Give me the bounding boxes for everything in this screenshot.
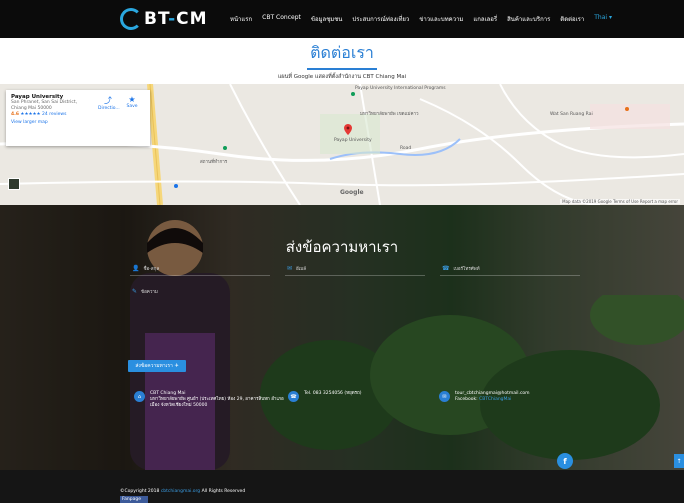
place-address: San Phranet, San Sai District, Chiang Ma… — [11, 100, 78, 111]
map-label-christian: มหาวิทยาลัยพายัพ เขตแม่คาว — [360, 112, 419, 117]
email-block: ✉ tour_cbtchiangmai@hotmail.com Facebook… — [439, 391, 575, 403]
map-label-temple: Wat San Ruang Rai — [550, 112, 593, 117]
email-field[interactable]: ✉ อีเมล์ — [285, 262, 425, 276]
page-title: ติดต่อเรา — [310, 43, 374, 62]
logo-prefix: BT — [144, 9, 169, 29]
nav-home[interactable]: หน้าแรก — [230, 14, 252, 24]
map-label-payap: Payap University — [334, 138, 372, 143]
org-address: มหาวิทยาลัยพายัพ ศูนย์ฯ (ประเทศไทย) ห้อง… — [150, 397, 284, 408]
phone-block: ☎ Tel. 083 3254056 (หยุดรถ) — [288, 391, 404, 402]
nav-cbt-concept[interactable]: CBT Concept — [262, 14, 301, 24]
pencil-icon: ✎ — [132, 288, 138, 295]
back-to-top-button[interactable]: ↑ — [674, 454, 684, 468]
map-label-north: สถานที่ทำการ — [200, 160, 228, 165]
place-info-card: Payap University San Phranet, San Sai Di… — [6, 90, 150, 146]
nav-language[interactable]: Thai ▾ — [594, 14, 612, 24]
site-link[interactable]: cbtchiangmai.org — [161, 489, 200, 494]
facebook-icon[interactable]: f — [557, 453, 573, 469]
nav-community[interactable]: ข้อมูลชุมชน — [311, 14, 343, 24]
nav-experience[interactable]: ประสบการณ์ท่องเที่ยว — [352, 14, 409, 24]
facebook-line: Facebook: CBTChiangMai — [455, 397, 512, 402]
page-header: ติดต่อเรา แผนที่ Google แสดงที่ตั้งสำนัก… — [0, 38, 684, 84]
google-logo: Google — [340, 189, 364, 196]
view-larger-map-link[interactable]: View larger map — [11, 120, 145, 125]
nav-contact[interactable]: ติดต่อเรา — [560, 14, 584, 24]
facebook-link[interactable]: CBTChiangMai — [479, 397, 511, 402]
nav-products[interactable]: สินค้าและบริการ — [507, 14, 550, 24]
name-field[interactable]: 👤 ชื่อ-สกุล — [130, 262, 270, 276]
phone-circle-icon: ☎ — [288, 391, 299, 402]
message-field[interactable]: ✎ ข้อความ — [130, 288, 430, 338]
send-icon: ✈ — [174, 363, 179, 369]
send-message-button[interactable]: ส่งข้อความหาเรา ✈ — [128, 360, 186, 372]
save-button[interactable]: ★ Save — [122, 95, 142, 109]
mail-circle-icon: ✉ — [439, 391, 450, 402]
site-logo[interactable]: BT-CM — [120, 8, 208, 30]
logo-ring-icon — [120, 8, 142, 30]
nav-gallery[interactable]: แกลเลอรี่ — [473, 14, 497, 24]
star-icon: ★ — [128, 95, 136, 104]
title-underline — [307, 68, 377, 70]
logo-suffix: CM — [176, 9, 208, 29]
user-icon: 👤 — [132, 265, 140, 272]
footer — [0, 470, 684, 503]
copyright-text: ©Copyright 2018 cbtchiangmai.org All Rig… — [120, 489, 246, 494]
phone-icon: ☎ — [442, 265, 450, 272]
logo-text: BT-CM — [144, 9, 208, 29]
map-label-road: Road — [400, 146, 412, 151]
nav-news[interactable]: ข่าวและบทความ — [419, 14, 463, 24]
directions-button[interactable]: ⤴ Directio... — [98, 95, 120, 111]
map-attribution[interactable]: Map data ©2019 Google Terms of Use Repor… — [560, 199, 680, 204]
location-icon: ⌂ — [134, 391, 145, 402]
contact-title: ส่งข้อความหาเรา — [285, 238, 399, 256]
top-navbar: BT-CM หน้าแรก CBT Concept ข้อมูลชุมชน ปร… — [0, 0, 684, 38]
fanpage-badge[interactable]: Fanpage — [120, 496, 148, 503]
map-satellite-toggle[interactable] — [8, 178, 20, 190]
address-block: ⌂ CBT Chiang Mai มหาวิทยาลัยพายัพ ศูนย์ฯ… — [134, 391, 290, 409]
envelope-icon: ✉ — [287, 265, 293, 272]
tel-text[interactable]: Tel. 083 3254056 (หยุดรถ) — [304, 391, 404, 397]
directions-icon: ⤴ — [104, 96, 112, 105]
page: BT-CM หน้าแรก CBT Concept ข้อมูลชุมชน ปร… — [0, 0, 684, 503]
page-subtitle: แผนที่ Google แสดงที่ตั้งสำนักงาน CBT Ch… — [277, 74, 407, 80]
google-map[interactable]: Payap University San Phranet, San Sai Di… — [0, 84, 684, 205]
place-rating: 4.6 ★★★★★ 24 reviews — [11, 112, 67, 117]
main-menu: หน้าแรก CBT Concept ข้อมูลชุมชน ประสบการ… — [230, 14, 612, 24]
map-label-intl: Payap University International Programs — [355, 86, 446, 91]
map-marker-icon[interactable] — [344, 124, 352, 135]
logo-dash: - — [168, 9, 177, 29]
phone-field[interactable]: ☎ เบอร์โทรศัพท์ — [440, 262, 580, 276]
